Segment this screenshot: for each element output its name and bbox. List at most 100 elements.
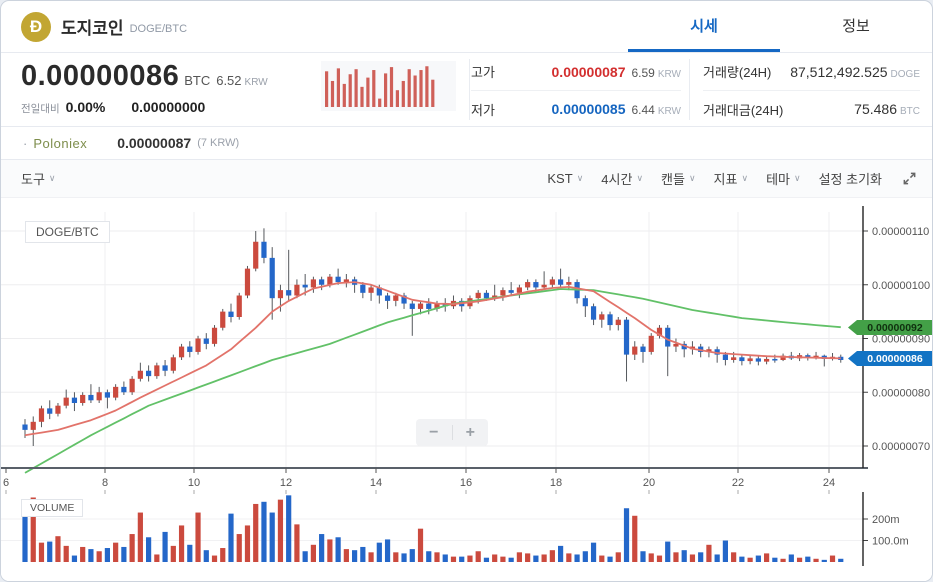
- candle-body: [96, 392, 102, 401]
- candle-body: [772, 358, 778, 361]
- volume-unit: DOGE: [890, 68, 920, 80]
- candle-type-menu[interactable]: 캔들 ∨: [661, 169, 696, 188]
- volume-bar: [599, 555, 605, 562]
- divider: [689, 59, 690, 120]
- volume-bar: [665, 541, 671, 562]
- low-value: 0.00000085: [551, 101, 626, 117]
- candle-body: [368, 287, 374, 293]
- zoom-out-button[interactable]: −: [416, 419, 452, 446]
- volume-bar: [253, 503, 259, 562]
- tools-menu[interactable]: 도구 ∨: [21, 169, 56, 188]
- price-unit: BTC: [184, 73, 211, 88]
- candle-body: [203, 338, 209, 344]
- low-krw: 6.44: [631, 103, 655, 117]
- candle-body: [244, 268, 251, 296]
- spark-bar: [325, 71, 329, 107]
- zoom-control: − +: [416, 419, 488, 446]
- doge-market-card: Đ 도지코인 DOGE/BTC 시세 정보 0.00000086 BTC 6.5…: [0, 0, 933, 582]
- candle-body: [137, 370, 143, 379]
- volume-bar: [516, 552, 522, 562]
- timezone-menu[interactable]: KST ∨: [547, 171, 583, 186]
- candle-body: [88, 394, 94, 401]
- indicator-menu[interactable]: 지표 ∨: [714, 169, 749, 188]
- candle-body: [286, 290, 292, 296]
- volume-bar: [574, 554, 580, 562]
- spark-bar: [407, 69, 411, 107]
- volume-bar: [821, 559, 827, 562]
- x-axis-label: 20: [643, 477, 655, 489]
- candle-body: [319, 279, 325, 285]
- candle-body: [187, 346, 193, 352]
- candle-body: [211, 327, 218, 344]
- ma-price-tag: 0.00000092: [848, 320, 932, 335]
- dogecoin-logo-icon: Đ: [21, 11, 51, 42]
- volume-bar: [533, 555, 539, 562]
- candle-body: [516, 287, 522, 293]
- ma-short-line: [24, 281, 841, 437]
- candle-body: [475, 292, 481, 299]
- volume-axis-label: 200m: [872, 514, 900, 526]
- candle-body: [178, 346, 185, 358]
- volume-bar: [96, 551, 102, 562]
- spark-bar: [384, 73, 388, 107]
- candle-body: [113, 386, 119, 398]
- zoom-in-button[interactable]: +: [453, 419, 489, 446]
- indicator-label: 지표: [713, 172, 738, 187]
- volume-bar: [582, 551, 588, 562]
- candle-body: [327, 276, 333, 285]
- high-krw: 6.59: [631, 65, 655, 80]
- tab-price[interactable]: 시세: [628, 1, 780, 52]
- divider: [469, 59, 470, 120]
- exchange-krw: (7 KRW): [197, 137, 240, 149]
- main-chart-area[interactable]: 0.00000110 0.00000100 0.00000090 0.00000080…: [1, 198, 933, 582]
- spark-bar: [366, 77, 370, 107]
- volume-bar: [442, 554, 448, 562]
- volume-bar: [607, 556, 613, 562]
- candle-body: [558, 279, 564, 285]
- volume-bar: [38, 542, 45, 562]
- volume-bar: [656, 555, 663, 562]
- candle-body: [302, 284, 308, 288]
- spark-bar: [389, 67, 394, 107]
- volume-bar: [170, 545, 176, 562]
- volume-bar: [211, 555, 218, 562]
- volume-bar: [352, 550, 358, 562]
- candle-body: [121, 386, 127, 393]
- exchange-reference-row: · Poloniex 0.00000087 (7 KRW): [1, 127, 932, 160]
- volume-bar: [615, 552, 621, 562]
- volume-bar: [426, 551, 432, 562]
- volume-bar: [829, 555, 836, 562]
- volume-label: 거래량(24H): [703, 65, 772, 80]
- theme-menu[interactable]: 테마 ∨: [766, 169, 801, 188]
- volume-bar: [146, 537, 152, 562]
- volume-bar: [121, 546, 127, 562]
- volume-bar: [376, 542, 382, 562]
- candle-body: [500, 290, 506, 296]
- price-krw-unit: KRW: [244, 77, 268, 88]
- candle-body: [632, 346, 638, 355]
- interval-menu[interactable]: 4시간 ∨: [601, 169, 643, 188]
- candle-body: [220, 311, 226, 328]
- candlestick-chart-svg[interactable]: 0.00000110 0.00000100 0.00000090 0.00000080…: [1, 198, 933, 582]
- tab-info[interactable]: 정보: [780, 1, 932, 52]
- volume-bar: [384, 539, 391, 562]
- volume-axis-label: 100.0m: [872, 536, 909, 548]
- fullscreen-expand-icon[interactable]: [900, 170, 918, 188]
- candle-body: [63, 397, 69, 406]
- candle-body: [764, 358, 770, 362]
- volume-bar: [689, 554, 696, 562]
- volume-bar: [236, 534, 242, 562]
- change-row: 전일대비 0.00% 0.00000000: [21, 99, 205, 116]
- volume-bar: [203, 550, 209, 562]
- spark-bar: [413, 75, 417, 107]
- trade-value-row: 거래대금(24H) 75.486 BTC: [703, 90, 920, 127]
- candle-body: [623, 319, 630, 355]
- candle-body: [335, 276, 341, 283]
- x-axis-label: 6: [3, 477, 9, 489]
- reset-settings-button[interactable]: 설정 초기화: [819, 169, 882, 188]
- candle-body: [607, 314, 613, 326]
- volume-value: 87,512,492.525: [790, 63, 888, 80]
- candle-body: [615, 319, 621, 326]
- stats-col-volume: 거래량(24H) 87,512,492.525 DOGE 거래대금(24H) 7…: [703, 53, 920, 126]
- candle-body: [409, 303, 415, 309]
